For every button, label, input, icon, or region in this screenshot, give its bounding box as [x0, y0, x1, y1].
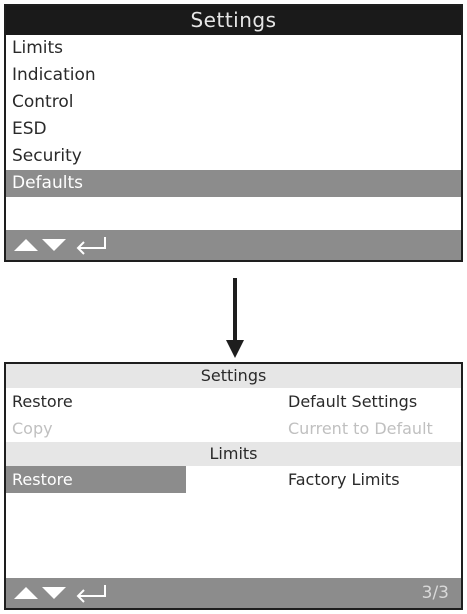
- nav-icons: [14, 585, 106, 603]
- menu-item-security[interactable]: Security: [6, 143, 461, 170]
- action-target: Current to Default: [288, 419, 433, 438]
- menu-item-esd[interactable]: ESD: [6, 116, 461, 143]
- defaults-screen: Settings Restore Default Settings Copy C…: [4, 362, 463, 610]
- page-indicator: 3/3: [421, 583, 449, 603]
- row-restore-default-settings[interactable]: Restore Default Settings: [6, 388, 461, 415]
- action-label: Restore: [12, 470, 73, 489]
- row-copy-current-to-default: Copy Current to Default: [6, 415, 461, 442]
- up-arrow-icon[interactable]: [14, 239, 38, 251]
- menu-item-limits[interactable]: Limits: [6, 35, 461, 62]
- action-target: Default Settings: [288, 392, 418, 411]
- nav-bar: 3/3: [6, 578, 461, 608]
- menu-item-control[interactable]: Control: [6, 89, 461, 116]
- settings-menu-screen: Settings Limits Indication Control ESD S…: [4, 4, 463, 262]
- nav-bar: [6, 230, 461, 260]
- enter-icon[interactable]: [76, 237, 106, 255]
- up-arrow-icon[interactable]: [14, 587, 38, 599]
- nav-icons: [14, 237, 106, 255]
- action-target: Factory Limits: [288, 470, 400, 489]
- enter-icon[interactable]: [76, 585, 106, 603]
- transition-arrow-icon: [226, 278, 244, 358]
- action-label: Restore: [12, 392, 73, 411]
- section-header-settings: Settings: [6, 364, 461, 388]
- selection-highlight: Restore: [6, 466, 186, 493]
- screen-title: Settings: [6, 6, 461, 35]
- menu-list: Limits Indication Control ESD Security D…: [6, 35, 461, 197]
- down-arrow-icon[interactable]: [42, 239, 66, 251]
- action-label: Copy: [12, 419, 53, 438]
- menu-item-defaults[interactable]: Defaults: [6, 170, 461, 197]
- row-restore-factory-limits[interactable]: Restore Factory Limits: [6, 466, 461, 493]
- section-header-limits: Limits: [6, 442, 461, 466]
- menu-item-indication[interactable]: Indication: [6, 62, 461, 89]
- down-arrow-icon[interactable]: [42, 587, 66, 599]
